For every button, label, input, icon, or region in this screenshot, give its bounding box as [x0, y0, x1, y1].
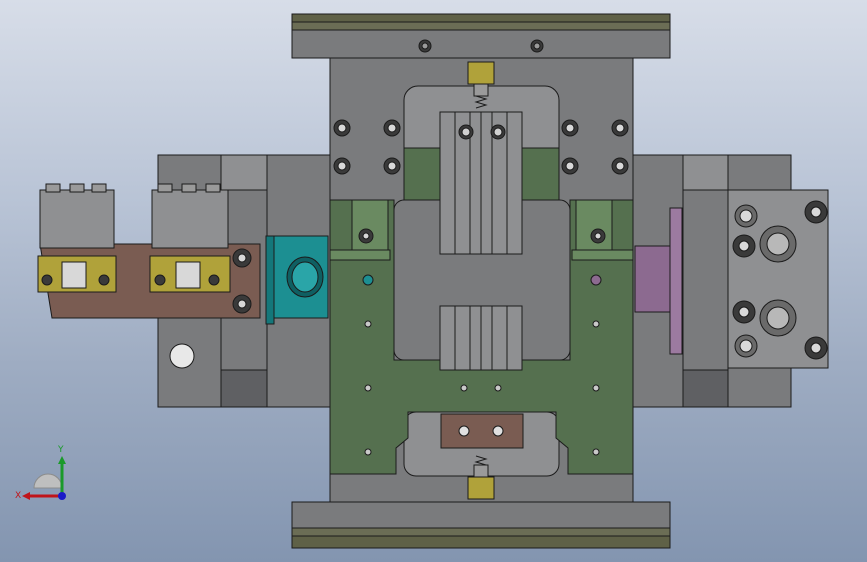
- x-axis-label: X: [15, 491, 21, 501]
- teal-cylinder[interactable]: [265, 235, 329, 325]
- z-axis-dot: [58, 492, 66, 500]
- mold-assembly-model[interactable]: [0, 0, 867, 562]
- cad-viewport[interactable]: Y X: [0, 0, 867, 562]
- bottom-clamp-plate[interactable]: [291, 501, 671, 549]
- left-clamp-1[interactable]: [37, 183, 117, 293]
- brown-slide-block[interactable]: [440, 413, 524, 449]
- right-fitting-plate[interactable]: [727, 189, 829, 369]
- y-axis-label: Y: [57, 445, 64, 455]
- axis-triad: Y X: [15, 445, 66, 501]
- left-clamp-2[interactable]: [149, 183, 231, 293]
- top-clamp-plate[interactable]: [291, 13, 671, 59]
